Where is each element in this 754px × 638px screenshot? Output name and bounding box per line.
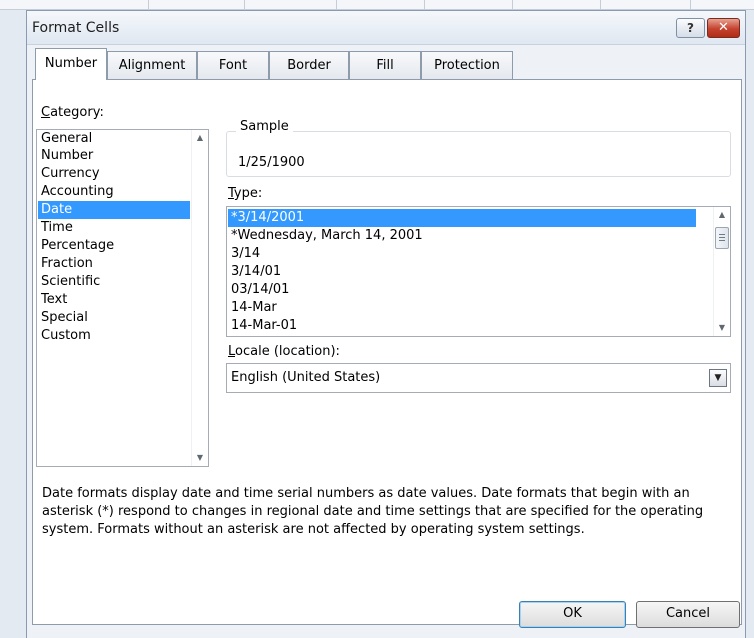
scroll-up-arrow-icon[interactable]: ▲	[192, 130, 208, 146]
format-cells-dialog: Format Cells ? ✕ Number Alignment Font B…	[26, 10, 746, 638]
sample-label: Sample	[236, 119, 293, 134]
tab-font[interactable]: Font	[197, 51, 269, 79]
type-item[interactable]: *3/14/2001	[228, 209, 696, 227]
category-scrollbar[interactable]: ▲ ▼	[191, 130, 208, 466]
category-item-percentage[interactable]: Percentage	[38, 237, 190, 255]
title-bar: Format Cells ? ✕	[27, 11, 745, 45]
close-button[interactable]: ✕	[707, 18, 740, 38]
category-item-accounting[interactable]: Accounting	[38, 183, 190, 201]
category-item-special[interactable]: Special	[38, 309, 190, 327]
tab-protection[interactable]: Protection	[421, 51, 513, 79]
close-icon: ✕	[718, 20, 729, 35]
dialog-title: Format Cells	[32, 20, 120, 36]
type-item[interactable]: 14-Mar	[228, 299, 696, 317]
tab-number[interactable]: Number	[35, 48, 107, 80]
tab-border[interactable]: Border	[269, 51, 349, 79]
category-item-fraction[interactable]: Fraction	[38, 255, 190, 273]
cancel-button[interactable]: Cancel	[636, 601, 740, 628]
category-description: Date formats display date and time seria…	[42, 486, 704, 537]
type-scrollbar[interactable]: ▲ ▼	[713, 207, 730, 336]
type-label: Type:	[228, 186, 263, 201]
chevron-down-icon[interactable]: ▼	[709, 369, 727, 387]
tab-alignment[interactable]: Alignment	[107, 51, 197, 79]
tab-label: Font	[218, 58, 248, 73]
locale-label: Locale (location):	[228, 344, 340, 359]
category-item-custom[interactable]: Custom	[38, 327, 190, 345]
locale-dropdown[interactable]: English (United States) ▼	[226, 363, 731, 393]
sample-group	[226, 131, 731, 177]
background-spreadsheet	[0, 10, 26, 638]
help-button[interactable]: ?	[676, 18, 705, 38]
tab-label: Border	[287, 58, 331, 73]
category-item-text[interactable]: Text	[38, 291, 190, 309]
help-icon: ?	[687, 21, 694, 35]
tab-label: Number	[44, 56, 98, 71]
category-item-scientific[interactable]: Scientific	[38, 273, 190, 291]
category-item-time[interactable]: Time	[38, 219, 190, 237]
background-spreadsheet-header	[0, 0, 754, 10]
category-item-currency[interactable]: Currency	[38, 165, 190, 183]
tab-label: Fill	[376, 58, 394, 73]
tab-fill[interactable]: Fill	[349, 51, 421, 79]
background-spreadsheet-right	[746, 10, 754, 638]
scroll-up-arrow-icon[interactable]: ▲	[714, 207, 730, 223]
number-tab-panel: Category: General Number Currency Accoun…	[32, 79, 742, 625]
type-list[interactable]: *3/14/2001 *Wednesday, March 14, 2001 3/…	[226, 206, 731, 337]
scroll-thumb[interactable]	[715, 227, 729, 249]
type-item[interactable]: 14-Mar-01	[228, 317, 696, 335]
category-item-date[interactable]: Date	[38, 201, 190, 219]
scroll-down-arrow-icon[interactable]: ▼	[714, 320, 730, 336]
ok-button[interactable]: OK	[519, 601, 626, 628]
scroll-down-arrow-icon[interactable]: ▼	[192, 450, 208, 466]
category-item-general[interactable]: General	[38, 130, 190, 148]
type-item[interactable]: 03/14/01	[228, 281, 696, 299]
tab-label: Alignment	[118, 58, 186, 73]
category-list[interactable]: General Number Currency Accounting Date …	[36, 129, 209, 467]
type-item[interactable]: 3/14	[228, 245, 696, 263]
type-item[interactable]: *Wednesday, March 14, 2001	[228, 227, 696, 245]
type-item[interactable]: 3/14/01	[228, 263, 696, 281]
category-label: Category:	[41, 105, 104, 120]
category-item-number[interactable]: Number	[38, 147, 190, 165]
locale-value: English (United States)	[231, 370, 381, 385]
tab-label: Protection	[434, 58, 500, 73]
sample-value: 1/25/1900	[238, 155, 305, 170]
